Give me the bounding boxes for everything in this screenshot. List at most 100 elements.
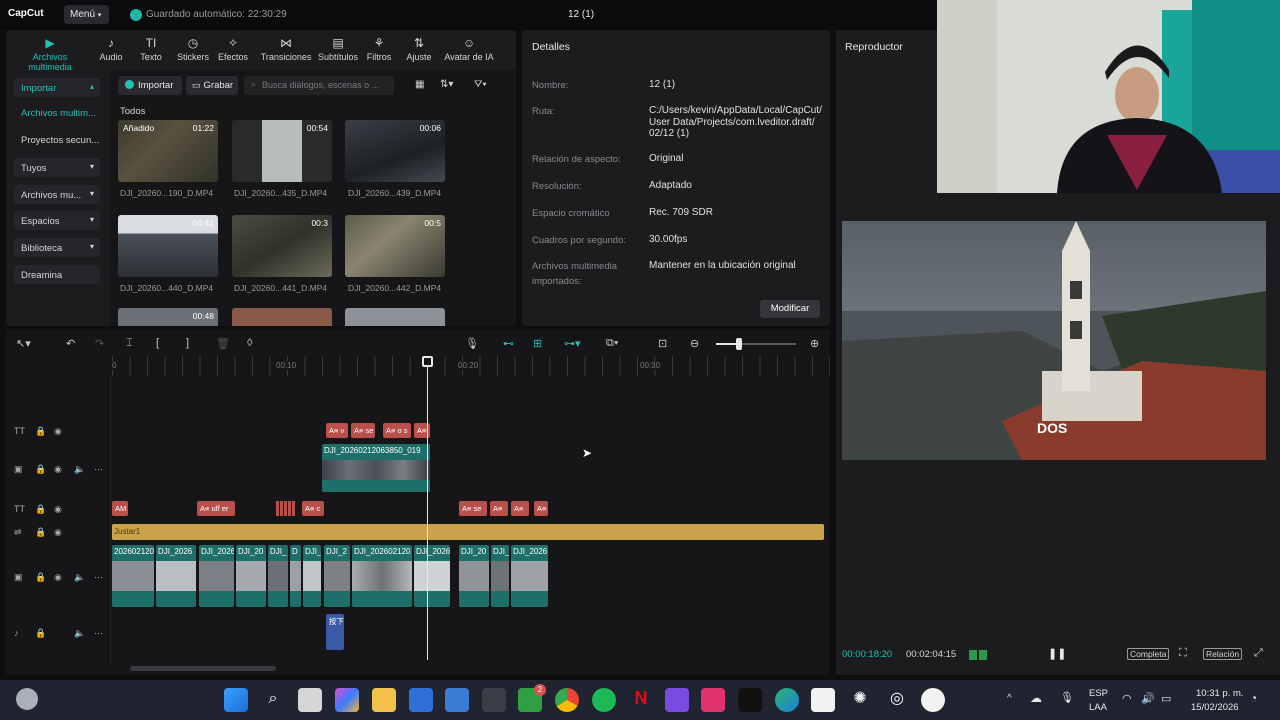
tab-transition[interactable]: ⋈ Transiciones: [259, 36, 313, 62]
file-explorer-icon[interactable]: [372, 688, 396, 712]
capcut-icon[interactable]: [811, 688, 835, 712]
tab-effects[interactable]: ✧ Efectos: [212, 36, 254, 62]
text-clip[interactable]: A≡ o s: [383, 423, 411, 438]
media-thumb[interactable]: 00:5: [345, 215, 445, 277]
store-icon[interactable]: [445, 688, 469, 712]
battery-icon[interactable]: ▭: [1161, 692, 1171, 705]
sidebar-import[interactable]: Importar ▴: [14, 78, 100, 97]
sidebar-yours[interactable]: Tuyos ▾: [14, 158, 100, 177]
main-video-clip[interactable]: DJI_: [491, 545, 509, 607]
media-thumb[interactable]: 00:54: [232, 120, 332, 182]
snap-icon[interactable]: ⊞: [533, 337, 542, 350]
mute-icon[interactable]: 🔈: [74, 464, 85, 475]
sidebar-item-media-local[interactable]: Archivos multim...: [21, 108, 96, 119]
media-thumb[interactable]: [232, 308, 332, 326]
task-view-icon[interactable]: [298, 688, 322, 712]
trim-right-icon[interactable]: ]: [186, 337, 189, 349]
tab-audio[interactable]: ♪ Audio: [90, 36, 132, 62]
mute-icon[interactable]: 🔈: [74, 628, 85, 639]
sidebar-item-secondary-projects[interactable]: Proyectos secun...: [21, 135, 99, 146]
media-thumb[interactable]: [345, 308, 445, 326]
app-icon[interactable]: [482, 688, 506, 712]
eye-icon[interactable]: ◉: [54, 426, 62, 437]
media-thumb[interactable]: 00:06: [345, 120, 445, 182]
text-clip[interactable]: AM: [112, 501, 128, 516]
main-video-clip[interactable]: DJI_2026: [414, 545, 450, 607]
search-icon[interactable]: ⌕: [261, 688, 285, 712]
text-clip[interactable]: A≡ se: [459, 501, 487, 516]
filter-icon[interactable]: ⛛▾: [474, 79, 487, 90]
redo-icon[interactable]: ↷: [95, 337, 104, 350]
lock-icon[interactable]: 🔒: [35, 426, 46, 437]
playhead[interactable]: [427, 360, 428, 660]
text-clip[interactable]: A≡: [511, 501, 529, 516]
media-thumb[interactable]: Añadido 01:22: [118, 120, 218, 182]
full-quality-button[interactable]: Completa: [1127, 648, 1170, 660]
text-clip[interactable]: A≡ c: [302, 501, 324, 516]
eye-icon[interactable]: ◉: [54, 504, 62, 515]
microphone-icon[interactable]: 🎙: [465, 337, 479, 350]
tab-text[interactable]: TI Texto: [130, 36, 172, 62]
fit-icon[interactable]: ⊡: [658, 337, 667, 350]
media-thumb[interactable]: 00:41: [118, 215, 218, 277]
tab-media[interactable]: ▶ Archivos multimedia: [12, 36, 88, 72]
eye-icon[interactable]: ◉: [54, 572, 62, 583]
tab-avatar[interactable]: ☺ Avatar de IA: [442, 36, 496, 62]
screenshot-icon[interactable]: ⛶: [1179, 647, 1187, 660]
sidebar-library[interactable]: Biblioteca ▾: [14, 238, 100, 257]
marker-icon[interactable]: ◊: [247, 337, 252, 349]
select-tool-icon[interactable]: ↖▾: [16, 337, 31, 350]
audio-clip[interactable]: 按下: [326, 614, 344, 650]
main-video-clip[interactable]: DJI_2: [324, 545, 350, 607]
more-icon[interactable]: ⋯: [94, 572, 103, 583]
chatgpt-icon[interactable]: ✺: [848, 688, 872, 712]
main-video-clip[interactable]: DJI_2026: [199, 545, 234, 607]
tab-adjust[interactable]: ⇅ Ajuste: [398, 36, 440, 62]
lock-icon[interactable]: 🔒: [35, 504, 46, 515]
lock-icon[interactable]: 🔒: [35, 572, 46, 583]
sort-icon[interactable]: ⇅▾: [440, 79, 453, 90]
zoom-slider[interactable]: [716, 338, 796, 350]
spotify-icon[interactable]: [592, 688, 616, 712]
eye-icon[interactable]: ◉: [54, 464, 62, 475]
overlay-video-clip[interactable]: DJI_20260212063850_019: [322, 444, 430, 492]
trim-left-icon[interactable]: [: [156, 337, 159, 349]
wifi-icon[interactable]: ◠: [1122, 692, 1132, 705]
modify-button[interactable]: Modificar: [760, 300, 820, 318]
main-video-clip[interactable]: D: [290, 545, 301, 607]
tab-subtitle[interactable]: ▤ Subtítulos: [311, 36, 365, 62]
preview-axis-icon[interactable]: ⧉▾: [606, 337, 618, 350]
copilot-icon[interactable]: [335, 688, 359, 712]
more-icon[interactable]: ⋯: [94, 464, 103, 475]
text-clip[interactable]: A≡: [534, 501, 548, 516]
lock-icon[interactable]: 🔒: [35, 628, 46, 639]
app-icon[interactable]: [921, 688, 945, 712]
text-clip[interactable]: A≡: [490, 501, 508, 516]
zoom-slider-handle[interactable]: [736, 338, 742, 350]
pause-icon[interactable]: ❚❚: [1048, 647, 1066, 660]
main-video-clip[interactable]: DJI_2026: [156, 545, 196, 607]
lock-icon[interactable]: 🔒: [35, 464, 46, 475]
media-thumb[interactable]: 00:48: [118, 308, 218, 326]
text-clip-group[interactable]: [276, 501, 296, 516]
whiteboard-icon[interactable]: [409, 688, 433, 712]
tab-sticker[interactable]: ◷ Stickers: [172, 36, 214, 62]
search-input[interactable]: Busca diálogos, escenas o ...: [244, 76, 394, 95]
xbox-icon[interactable]: 2: [518, 684, 546, 712]
cloud-icon[interactable]: ☁: [1030, 691, 1042, 705]
chrome-icon[interactable]: [555, 688, 579, 712]
main-video-clip[interactable]: DJI_202602120: [352, 545, 412, 607]
zoom-out-icon[interactable]: ⊖: [690, 337, 699, 350]
weather-icon[interactable]: [16, 688, 38, 710]
playhead-handle[interactable]: [422, 356, 433, 367]
sidebar-media-more[interactable]: Archivos mu... ▾: [14, 185, 100, 204]
lock-icon[interactable]: 🔒: [35, 527, 46, 538]
clock-time[interactable]: 10:31 p. m.: [1196, 688, 1244, 699]
main-video-clip[interactable]: DJI_: [268, 545, 288, 607]
obs-icon[interactable]: ◎: [885, 688, 909, 712]
text-clip[interactable]: A≡ se: [351, 423, 375, 438]
import-button[interactable]: Importar: [118, 76, 182, 95]
main-video-clip[interactable]: DJI_20: [459, 545, 489, 607]
link-icon[interactable]: ⊶▾: [564, 337, 581, 350]
main-video-clip[interactable]: 2026021206: [112, 545, 154, 607]
